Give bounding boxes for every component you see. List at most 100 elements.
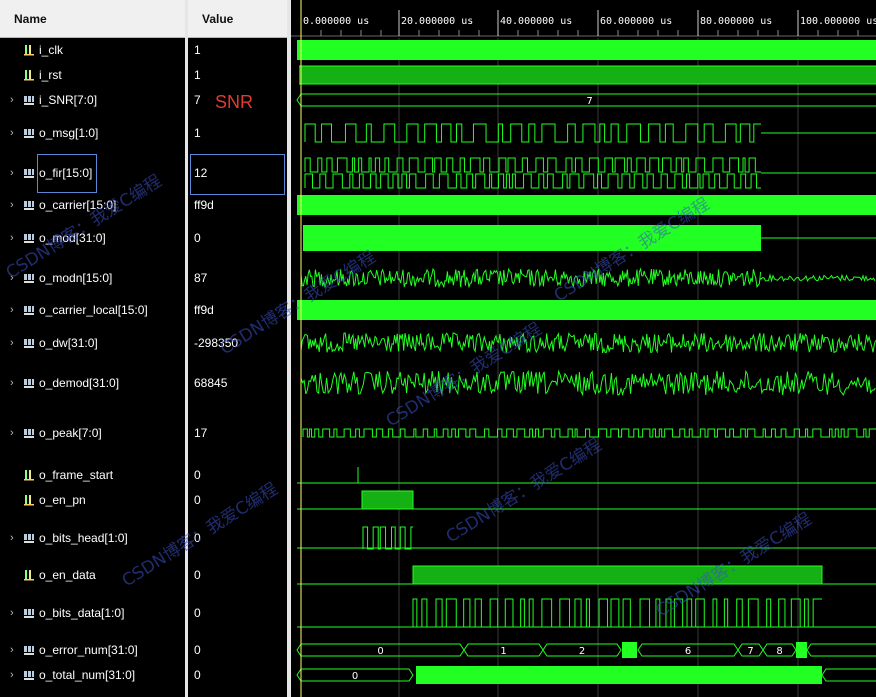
bus-segment [806,643,876,657]
expand-chevron-icon[interactable]: › [10,163,14,183]
signal-row[interactable]: › o_modn[15:0] [0,268,185,288]
bus-signal-icon [24,201,34,210]
signal-name: i_clk [39,43,64,57]
signal-name: i_rst [39,68,62,82]
signal-value: ff9d [194,303,214,317]
signal-name: o_mod[31:0] [39,231,106,245]
signal-row[interactable]: › i_SNR[7:0] [0,90,185,110]
signal-row[interactable]: › o_msg[1:0] [0,123,185,143]
time-grid [300,38,799,697]
signal-row[interactable]: o_en_pn [0,490,185,510]
bus-signal-icon [24,234,34,243]
value-column-header[interactable]: Value [188,0,287,38]
bus-signal-icon [24,274,34,283]
value-selection-box [190,154,285,195]
signal-value: 17 [194,426,208,440]
expand-chevron-icon[interactable]: › [10,640,14,660]
expand-chevron-icon[interactable]: › [10,123,14,143]
signal-value: 1 [194,126,201,140]
waveform-view[interactable]: 0.000000 us 20.000000 us 40.000000 us 60.00… [291,0,876,697]
trace-band [416,666,822,684]
signal-row[interactable]: › o_total_num[31:0] [0,665,185,685]
bus-value-label: 1 [500,646,506,657]
signal-name: o_total_num[31:0] [39,668,136,682]
snr-annotation: SNR [215,92,254,112]
signal-value: 68845 [194,376,228,390]
signal-value: 1 [194,43,201,57]
signal-name: o_bits_head[1:0] [39,531,128,545]
signal-value: 0 [194,568,201,582]
trace-band [303,225,761,251]
signal-traces: 7 0 1 2 6 7 8 0 [296,40,876,684]
bus-value-label: 7 [747,646,753,657]
bus-signal-icon [24,129,34,138]
signal-row[interactable]: › o_error_num[31:0] [0,640,185,660]
signal-name: o_frame_start [39,468,114,482]
bus-signal-icon [24,379,34,388]
expand-chevron-icon[interactable]: › [10,333,14,353]
expand-chevron-icon[interactable]: › [10,423,14,443]
name-column-header[interactable]: Name [0,0,185,38]
trace-band [297,195,876,215]
expand-chevron-icon[interactable]: › [10,228,14,248]
expand-chevron-icon[interactable]: › [10,90,14,110]
signal-row[interactable]: › o_carrier_local[15:0] [0,300,185,320]
expand-chevron-icon[interactable]: › [10,373,14,393]
bus-value-label: 6 [685,646,691,657]
bus-signal-icon [24,534,34,543]
bus-value-label: 8 [776,646,782,657]
bus-signal-icon [24,339,34,348]
expand-chevron-icon[interactable]: › [10,603,14,623]
name-selection-box [37,154,97,193]
ruler-tick-label: 40.000000 us [500,16,572,27]
signal-name: o_msg[1:0] [39,126,99,140]
trace-square [302,428,876,438]
signal-row[interactable]: i_clk [0,40,185,60]
signal-name: o_carrier_local[15:0] [39,303,148,317]
signal-value: 0 [194,643,201,657]
bus-signal-icon [24,169,34,178]
signal-row[interactable]: › o_bits_data[1:0] [0,603,185,623]
signal-value: 0 [194,493,201,507]
signal-name: o_error_num[31:0] [39,643,138,657]
bus-signal-icon [24,96,34,105]
expand-chevron-icon[interactable]: › [10,195,14,215]
ruler-tick-label: 80.000000 us [700,16,772,27]
signal-name: o_peak[7:0] [39,426,102,440]
signal-name: o_bits_data[1:0] [39,606,125,620]
trace-band [299,66,876,84]
signal-row[interactable]: › o_bits_head[1:0] [0,528,185,548]
signal-value: 1 [194,68,201,82]
signal-row[interactable]: i_rst [0,65,185,85]
signal-row[interactable]: o_frame_start [0,465,185,485]
signal-row[interactable]: › o_mod[31:0] [0,228,185,248]
signal-value: 0 [194,606,201,620]
signal-value: 87 [194,271,208,285]
expand-chevron-icon[interactable]: › [10,268,14,288]
signal-row[interactable]: o_en_data [0,565,185,585]
trace-band [297,300,876,320]
signal-value: 0 [194,668,201,682]
trace-analog [300,267,762,289]
bus-signal-icon [24,429,34,438]
trace-square [304,123,761,143]
bit-signal-icon [24,45,34,56]
expand-chevron-icon[interactable]: › [10,665,14,685]
expand-chevron-icon[interactable]: › [10,528,14,548]
signal-row[interactable]: › o_peak[7:0] [0,423,185,443]
trace-band [297,40,876,60]
bus-value-label: 0 [352,671,358,682]
expand-chevron-icon[interactable]: › [10,300,14,320]
ruler-tick-label: 20.000000 us [401,16,473,27]
trace-analog [300,332,876,355]
bus-signal-icon [24,609,34,618]
column-splitter[interactable] [185,0,188,697]
bus-signal-icon [24,306,34,315]
signal-row[interactable]: › o_carrier[15:0] [0,195,185,215]
signal-row[interactable]: › o_dw[31:0] [0,333,185,353]
signal-name: o_dw[31:0] [39,336,98,350]
trace-square [304,157,761,173]
ruler-tick-label: 60.000000 us [600,16,672,27]
signal-row[interactable]: › o_demod[31:0] [0,373,185,393]
ruler-bg [291,0,876,36]
